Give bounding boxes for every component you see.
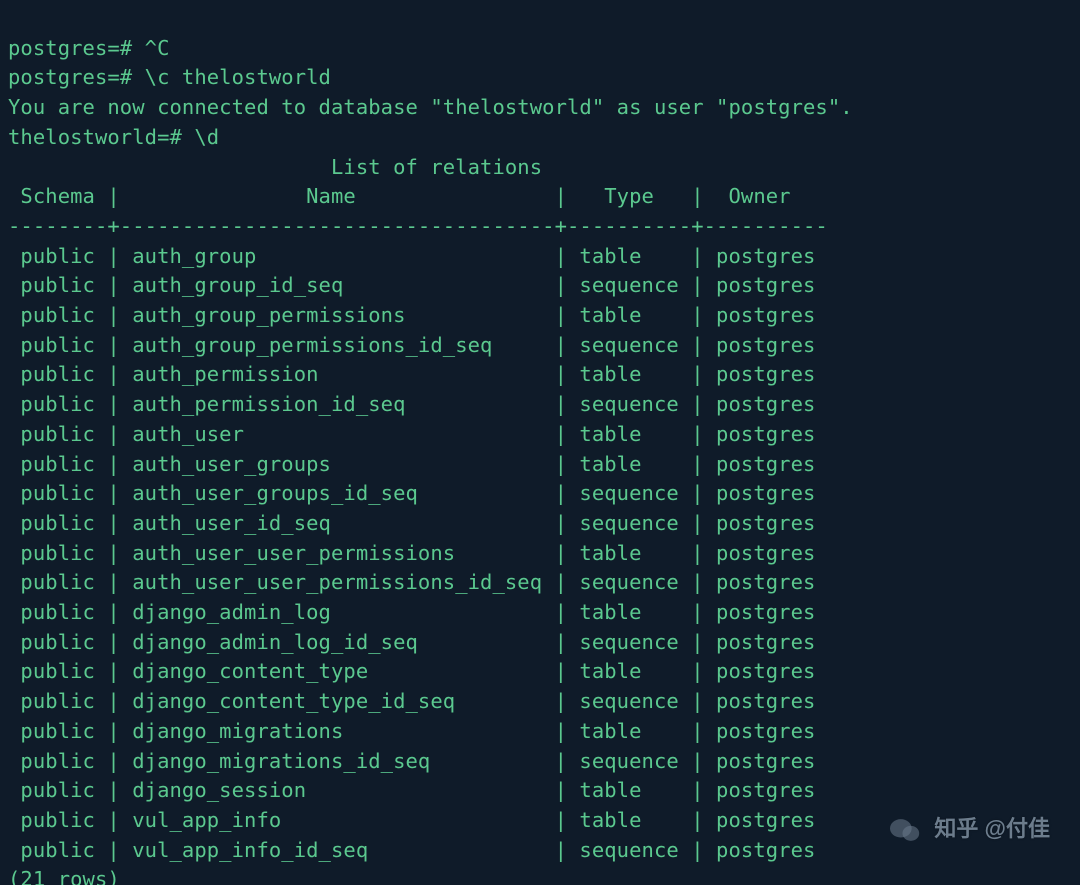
table-footer: (21 rows) [8, 867, 120, 885]
table-title-line: List of relations [8, 155, 878, 179]
terminal-output[interactable]: postgres=# ^C postgres=# \c thelostworld… [0, 0, 1080, 885]
command-connect: postgres=# \c thelostworld [8, 65, 331, 89]
table-header-line: Schema | Name | Type | Owner [8, 184, 828, 208]
command-describe: thelostworld=# \d [8, 125, 219, 149]
table-separator-line: --------+-------------------------------… [8, 214, 828, 238]
prompt-line: postgres=# ^C [8, 36, 170, 60]
connect-message: You are now connected to database "thelo… [8, 95, 853, 119]
table-rows: public | auth_group | table | postgres p… [8, 244, 815, 862]
